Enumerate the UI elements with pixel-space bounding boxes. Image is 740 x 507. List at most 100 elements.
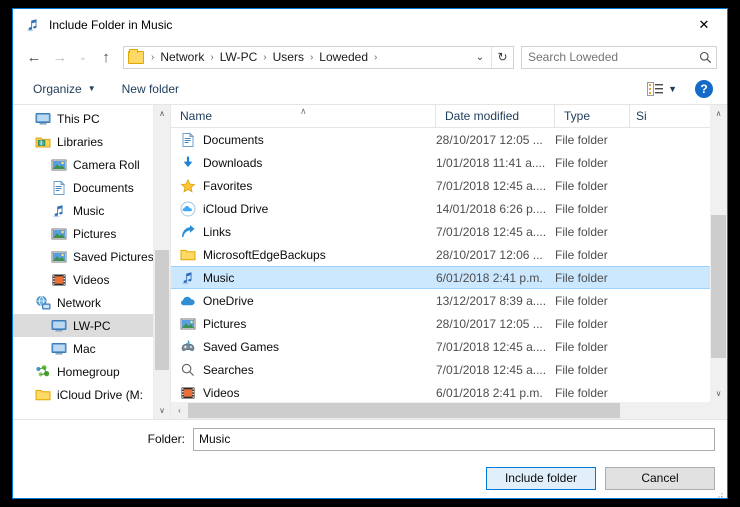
sidebar-scrollbar[interactable]: ∧ ∨ bbox=[153, 105, 170, 419]
table-row[interactable]: Pictures 28/10/2017 12:05 ... File folder bbox=[171, 312, 727, 335]
table-row[interactable]: Documents 28/10/2017 12:05 ... File folder bbox=[171, 128, 727, 151]
up-button[interactable]: ↑ bbox=[93, 44, 119, 70]
cancel-button[interactable]: Cancel bbox=[605, 466, 715, 490]
search-icon[interactable] bbox=[694, 51, 716, 64]
file-type-cell: File folder bbox=[555, 178, 608, 193]
sidebar-item-network[interactable]: Network bbox=[13, 291, 170, 314]
sidebar-item-saved-pictures[interactable]: Saved Pictures bbox=[13, 245, 170, 268]
table-row[interactable]: Favorites 7/01/2018 12:45 a.... File folde… bbox=[171, 174, 727, 197]
pictures-icon bbox=[51, 226, 67, 242]
file-date-cell: 7/01/2018 12:45 a.... bbox=[436, 339, 547, 354]
sidebar-item-icloud-drive-m[interactable]: iCloud Drive (M: bbox=[13, 383, 170, 406]
chevron-down-icon[interactable]: ⌄ bbox=[469, 47, 491, 68]
table-row[interactable]: Music 6/01/2018 2:41 p.m. File folder bbox=[171, 266, 727, 289]
scroll-up-icon[interactable]: ∧ bbox=[154, 105, 170, 122]
videos-icon bbox=[180, 385, 196, 401]
libraries-icon bbox=[35, 134, 51, 150]
scroll-down-icon[interactable]: ∨ bbox=[154, 402, 170, 419]
file-name-label: Documents bbox=[203, 132, 264, 147]
include-folder-button[interactable]: Include folder bbox=[486, 466, 596, 490]
search-input[interactable] bbox=[522, 49, 694, 65]
file-list-vertical-thumb[interactable] bbox=[711, 215, 726, 358]
table-row[interactable]: Links 7/01/2018 12:45 a.... File folder bbox=[171, 220, 727, 243]
column-header-size[interactable]: Si bbox=[630, 105, 652, 128]
refresh-icon[interactable]: ↻ bbox=[491, 46, 513, 68]
breadcrumb-item-users[interactable]: Users bbox=[270, 50, 307, 64]
breadcrumb-item-lw-pc[interactable]: LW-PC bbox=[217, 50, 261, 64]
organize-label: Organize bbox=[33, 81, 82, 96]
sidebar-item-documents[interactable]: Documents bbox=[13, 176, 170, 199]
table-row[interactable]: Saved Games 7/01/2018 12:45 a.... File fol… bbox=[171, 335, 727, 358]
breadcrumb-separator: › bbox=[374, 51, 378, 63]
sidebar-item-videos[interactable]: Videos bbox=[13, 268, 170, 291]
file-list-pane: Name ∧ Date modified Type Si Documents 28… bbox=[171, 105, 727, 419]
new-folder-button[interactable]: New folder bbox=[122, 82, 179, 96]
sidebar-item-this-pc[interactable]: This PC bbox=[13, 107, 170, 130]
table-row[interactable]: Downloads 1/01/2018 11:41 a.... File folde… bbox=[171, 151, 727, 174]
horizontal-scroll-track[interactable] bbox=[188, 402, 710, 419]
homegroup-icon bbox=[35, 364, 51, 380]
sidebar-item-label: Mac bbox=[73, 341, 96, 356]
sidebar-item-camera-roll[interactable]: Camera Roll bbox=[13, 153, 170, 176]
scroll-up-icon[interactable]: ∧ bbox=[710, 105, 727, 122]
saved-pictures-icon bbox=[51, 249, 67, 265]
search-box[interactable] bbox=[521, 45, 717, 69]
navigation-bar: ← → ⌄ ↑ › Network › LW-PC › Users › Lowe… bbox=[13, 41, 727, 73]
table-row[interactable]: MicrosoftEdgeBackups 28/10/2017 12:06 ...… bbox=[171, 243, 727, 266]
sidebar-item-pictures[interactable]: Pictures bbox=[13, 222, 170, 245]
onedrive-icon bbox=[180, 293, 196, 309]
scroll-down-icon[interactable]: ∨ bbox=[710, 385, 727, 402]
table-row[interactable]: Searches 7/01/2018 12:45 a.... File folder bbox=[171, 358, 727, 381]
scrollbar-corner bbox=[710, 402, 727, 419]
column-header-name[interactable]: Name ∧ bbox=[171, 105, 436, 128]
sidebar-item-label: Music bbox=[73, 203, 105, 218]
sidebar-scroll-thumb[interactable] bbox=[155, 250, 169, 370]
file-list-vertical-scrollbar[interactable]: ∧ ∨ bbox=[710, 105, 727, 402]
folder-row: Folder: bbox=[13, 420, 727, 458]
documents-icon bbox=[51, 179, 67, 196]
file-name-cell: Saved Games bbox=[171, 339, 436, 355]
file-name-label: Music bbox=[203, 270, 235, 285]
file-name-label: Videos bbox=[203, 385, 240, 400]
organize-button[interactable]: Organize ▼ bbox=[33, 82, 96, 96]
icloud-icon bbox=[180, 201, 196, 217]
file-date-cell: 7/01/2018 12:45 a.... bbox=[436, 178, 547, 193]
sidebar-item-music[interactable]: Music bbox=[13, 199, 170, 222]
scroll-left-icon[interactable]: ‹ bbox=[171, 402, 188, 419]
forward-button[interactable]: → bbox=[47, 44, 73, 70]
help-button[interactable]: ? bbox=[695, 79, 713, 98]
table-row[interactable]: Videos 6/01/2018 2:41 p.m. File folder bbox=[171, 381, 727, 404]
sidebar-item-homegroup[interactable]: Homegroup bbox=[13, 360, 170, 383]
sidebar-item-mac[interactable]: Mac bbox=[13, 337, 170, 360]
command-bar: Organize ▼ New folder ▼ ? bbox=[13, 73, 727, 105]
file-name-cell: Videos bbox=[171, 385, 436, 401]
column-header-date-modified[interactable]: Date modified bbox=[436, 105, 555, 128]
breadcrumb-item-network[interactable]: Network bbox=[157, 50, 207, 64]
pictures-icon bbox=[180, 316, 196, 332]
horizontal-scroll-thumb[interactable] bbox=[188, 403, 620, 418]
address-bar[interactable]: › Network › LW-PC › Users › Loweded › ⌄ … bbox=[123, 45, 514, 69]
sidebar-item-label: Saved Pictures bbox=[73, 249, 154, 264]
view-options-icon[interactable] bbox=[647, 81, 664, 96]
file-name-cell: Searches bbox=[171, 362, 436, 378]
resize-grip[interactable] bbox=[714, 486, 724, 498]
table-row[interactable]: OneDrive 13/12/2017 8:39 a.... File folder bbox=[171, 289, 727, 312]
sidebar-item-libraries[interactable]: Libraries bbox=[13, 130, 170, 153]
close-icon[interactable]: ✕ bbox=[681, 9, 727, 39]
back-button[interactable]: ← bbox=[21, 44, 47, 70]
file-name-cell: Downloads bbox=[171, 155, 436, 171]
file-list-horizontal-scrollbar[interactable]: ‹ › bbox=[171, 402, 727, 419]
file-date-cell: 6/01/2018 2:41 p.m. bbox=[436, 270, 543, 285]
view-options-caret-icon[interactable]: ▼ bbox=[668, 84, 677, 94]
recent-locations-button[interactable]: ⌄ bbox=[73, 44, 93, 70]
file-date-cell: 1/01/2018 11:41 a.... bbox=[436, 155, 546, 170]
table-row[interactable]: iCloud Drive 14/01/2018 6:26 p.... File fo… bbox=[171, 197, 727, 220]
folder-input[interactable] bbox=[193, 427, 715, 451]
star-icon bbox=[180, 178, 196, 194]
breadcrumb-item-loweded[interactable]: Loweded bbox=[316, 50, 371, 64]
column-headers: Name ∧ Date modified Type Si bbox=[171, 105, 727, 128]
column-header-type[interactable]: Type bbox=[555, 105, 630, 128]
sidebar-item-lw-pc[interactable]: LW-PC bbox=[13, 314, 170, 337]
file-rows: Documents 28/10/2017 12:05 ... File folder… bbox=[171, 128, 727, 404]
sidebar-list: This PC Libraries Camera Roll Documents Musi… bbox=[13, 105, 170, 406]
